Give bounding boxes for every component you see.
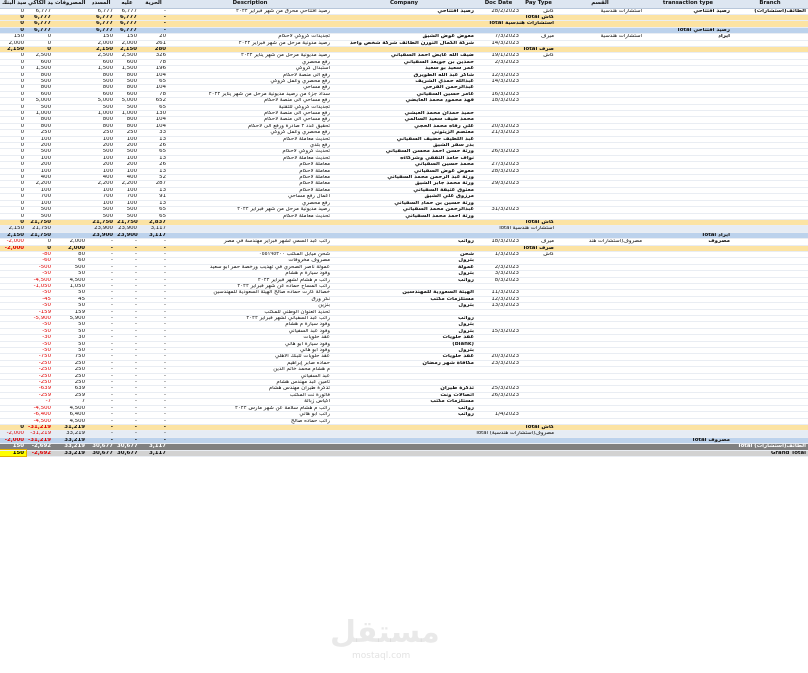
header-alayh[interactable]: عليه [115,0,139,9]
header-hariya[interactable]: الحرية [139,0,168,9]
cell-rasid-kaki[interactable]: 21,750 [26,219,53,227]
cell-hariya[interactable]: 3,117 [139,450,168,457]
cell-rasid-bank[interactable]: 150 [0,448,27,458]
cell-rasid-kaki[interactable]: 21,750 [26,232,53,240]
cell-alayh[interactable]: 30,677 [115,443,139,451]
header-branch[interactable]: Branch [732,0,808,9]
header-company[interactable]: Company [332,0,476,9]
cell-company[interactable]: شركة الكمال النورن الطائف شركة شخص واحد [332,40,476,47]
watermark-url: mostaql.com [352,651,411,661]
header-musaddad[interactable]: المسدد [87,0,115,9]
watermark-logo: مستقل [330,615,440,650]
header-masruf[interactable]: المصروفات [53,0,87,9]
header-rasid-bank[interactable]: رصيد البنك [0,0,26,9]
report-table: رصيد البنك رصيد الكاكي المصروفات المسدد … [0,0,808,458]
cell-alayh[interactable]: 30,677 [115,450,139,457]
report-body: 0 6,777 6,777 6,777- رصيد افتتاحي محرق من شه… [0,8,808,458]
subtotal-spacer [168,450,644,457]
header-row: رصيد البنك رصيد الكاكي المصروفات المسدد … [0,0,808,9]
cell-alayh[interactable]: 23,900 [115,225,139,233]
header-qism[interactable]: القسم [556,0,644,9]
cell-rasid-kaki[interactable]: -31,219 [26,424,53,432]
subtotal-label[interactable]: مصروف(استشارات هندسية) Total [476,430,556,438]
header-doc-date[interactable]: Doc Date [476,0,521,9]
cell-alayh[interactable]: 21,750 [115,219,139,227]
cell-musaddad[interactable]: 30,677 [87,450,115,457]
cell-rasid-kaki[interactable]: -2,692 [26,450,53,457]
cell-alayh[interactable]: 23,900 [115,232,139,240]
header-pay-type[interactable]: Pay Type [521,0,556,9]
subtotal-label[interactable]: Grand Total [644,450,808,457]
cell-rasid-kaki[interactable]: -31,219 [26,430,53,438]
header-rasid-kaki[interactable]: رصيد الكاكي [26,0,53,9]
cell-masruf[interactable]: 33,219 [53,450,87,457]
header-transaction-type[interactable]: transaction type [644,0,732,9]
cell-rasid-kaki[interactable]: -31,219 [26,437,53,445]
subtotal-row[interactable]: 150 -2,692 33,219 30,677 30,677 3,117 Grand To… [0,448,808,458]
header-description[interactable]: Description [168,0,332,9]
